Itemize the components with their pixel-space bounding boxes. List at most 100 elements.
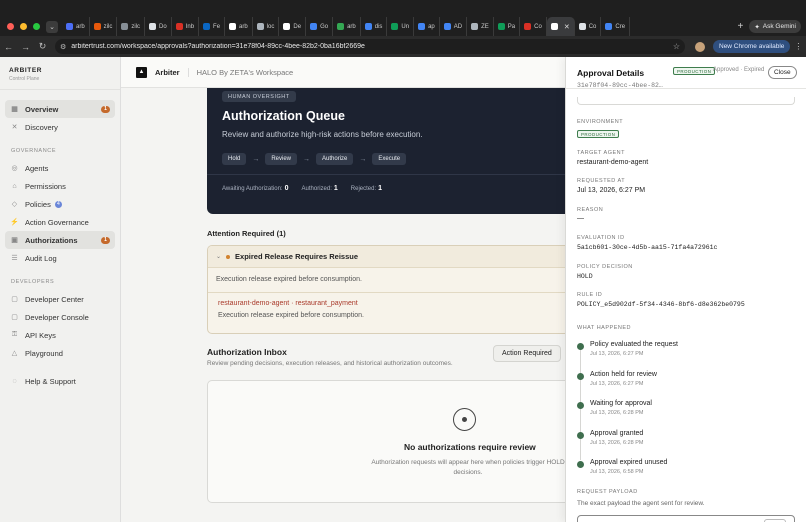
chevron-down-icon[interactable]: ⌄: [216, 253, 221, 260]
sidebar-item-audit-log[interactable]: ☰ Audit Log: [5, 249, 115, 267]
browser-tab[interactable]: Go: [306, 17, 334, 36]
browser-tab[interactable]: dis: [361, 17, 388, 36]
sidebar-item-label: Audit Log: [25, 253, 57, 263]
app-root: ARBITER Control Plane ▦ Overview 1 ✕ Discove…: [0, 57, 806, 522]
tab-label: Fe: [213, 23, 221, 30]
sidebar-item-policies[interactable]: ◇ Policies 4: [5, 195, 115, 213]
site-info-icon[interactable]: ⚙: [60, 43, 66, 51]
sidebar-item-discovery[interactable]: ✕ Discovery: [5, 118, 115, 136]
arrow-right-icon: →: [303, 155, 311, 163]
sidebar-item-agents[interactable]: ◎ Agents: [5, 159, 115, 177]
tab-favicon-icon: [93, 23, 101, 30]
browser-tab[interactable]: Pa: [494, 17, 521, 36]
sidebar-item-permissions[interactable]: ⌂ Permissions: [5, 177, 115, 195]
browser-tab[interactable]: Inb: [172, 17, 200, 36]
sidebar-item-playground[interactable]: △ Playground: [5, 344, 115, 362]
browser-tab[interactable]: arb: [333, 17, 361, 36]
attention-card-header[interactable]: ⌄ Expired Release Requires Reissue: [208, 246, 565, 268]
update-chrome-button[interactable]: New Chrome available: [713, 40, 791, 53]
timeline-event-time: Jul 13, 2026, 6:27 PM: [590, 380, 644, 387]
browser-tab[interactable]: ✕: [546, 17, 575, 36]
close-window-button[interactable]: [7, 23, 14, 30]
grid-icon: ▦: [11, 106, 18, 113]
tab-label: Go: [320, 23, 329, 30]
tab-favicon-icon: [229, 23, 237, 30]
browser-tab[interactable]: loc: [253, 17, 280, 36]
count-badge: 1: [101, 236, 110, 244]
browser-tab[interactable]: Un: [387, 17, 415, 36]
profile-avatar[interactable]: [695, 41, 705, 52]
tab-search-icon[interactable]: ⌄: [46, 20, 58, 33]
browser-tabstrip: ⌄ arb zilc zilc Do Inb Fe arb loc De Go arb dis Un ap…: [0, 0, 806, 36]
attention-body: Execution release expired before consump…: [216, 276, 362, 283]
sidebar-item-developer-console[interactable]: ▢ Developer Console: [5, 308, 115, 326]
bookmark-star-icon[interactable]: ☆: [673, 42, 680, 51]
arrow-right-icon: →: [252, 155, 260, 163]
timeline-event-time: Jul 13, 2026, 6:27 PM: [590, 351, 644, 357]
browser-tab[interactable]: Co: [520, 17, 547, 36]
timeline-item: Action held for review Jul 13, 2026, 6:27…: [577, 371, 797, 393]
close-tab-icon[interactable]: ✕: [564, 23, 570, 31]
tab-label: Inb: [185, 23, 195, 30]
sidebar-item-action-governance[interactable]: ⚡ Action Governance: [5, 213, 115, 231]
approval-details-panel: Approval Details PRODUCTION Approved · E…: [565, 57, 806, 522]
sidebar-item-authorizations[interactable]: ▣ Authorizations 1: [5, 231, 115, 249]
address-bar[interactable]: ⚙ arbitertrust.com/workspace/approvals?a…: [55, 39, 685, 54]
developer-center-icon: ▢: [11, 296, 18, 303]
target-agent-value: restaurant-demo-agent: [577, 159, 649, 166]
sidebar-item-label: API Keys: [25, 330, 56, 340]
stat-value: 1: [333, 185, 338, 192]
reason-label: REASON: [577, 207, 604, 213]
sidebar-item-label: Overview: [25, 104, 59, 114]
browser-tab[interactable]: ap: [414, 17, 440, 36]
browser-tab[interactable]: Do: [145, 17, 172, 36]
browser-tab[interactable]: Cre: [601, 17, 631, 36]
url-text[interactable]: arbitertrust.com/workspace/approvals?aut…: [71, 43, 668, 50]
sidebar: ARBITER Control Plane ▦ Overview 1 ✕ Discove…: [0, 57, 121, 522]
window-controls: [7, 23, 40, 30]
back-icon[interactable]: ←: [0, 42, 17, 52]
close-button[interactable]: Close: [768, 66, 797, 79]
tab-favicon-icon: [121, 23, 129, 30]
browser-tab[interactable]: Co: [575, 17, 602, 36]
browser-tab[interactable]: AD: [440, 17, 468, 36]
attention-card: ⌄ Expired Release Requires Reissue Execu…: [207, 245, 565, 334]
sidebar-item-developer-center[interactable]: ▢ Developer Center: [5, 290, 115, 308]
empty-state-description: Authorization requests will appear here …: [371, 459, 565, 476]
sidebar-item-api-keys[interactable]: ⚿ API Keys: [5, 326, 115, 344]
sidebar-item-label: Action Governance: [25, 217, 89, 227]
environment-badge: PRODUCTION: [673, 67, 716, 75]
approval-status: Approved · Expired: [713, 67, 765, 73]
tab-label: Pa: [507, 23, 516, 30]
browser-tab[interactable]: arb: [225, 17, 253, 36]
browser-tab[interactable]: zilc: [117, 17, 146, 36]
reload-icon[interactable]: ↻: [34, 41, 51, 52]
tab-favicon-icon: [524, 23, 532, 30]
agents-icon: ◎: [11, 165, 18, 172]
tab-label: loc: [266, 23, 275, 30]
minimize-window-button[interactable]: [20, 23, 27, 30]
chrome-menu-icon[interactable]: ⋮: [794, 42, 802, 51]
ask-gemini-button[interactable]: ✦ Ask Gemini: [749, 20, 801, 33]
new-tab-button[interactable]: +: [731, 21, 749, 32]
maximize-window-button[interactable]: [33, 23, 40, 30]
tab-favicon-icon: [550, 23, 558, 30]
action-required-button[interactable]: Action Required: [493, 345, 561, 362]
browser-tab[interactable]: arb: [62, 17, 90, 36]
tab-favicon-icon: [203, 23, 211, 30]
timeline-dot-icon: [577, 372, 584, 380]
browser-tab[interactable]: ZE: [467, 17, 494, 36]
sidebar-item-help-support[interactable]: ◌ Help & Support: [5, 372, 115, 390]
browser-tab[interactable]: De: [279, 17, 307, 36]
policy-decision-value: HOLD: [577, 273, 593, 280]
browser-tab[interactable]: zilc: [90, 17, 118, 36]
inbox-empty-state: No authorizations require review Authori…: [207, 380, 565, 503]
forward-icon[interactable]: →: [17, 42, 34, 52]
sidebar-item-overview[interactable]: ▦ Overview 1: [5, 100, 115, 118]
empty-state-icon: [453, 408, 476, 431]
workspace-name[interactable]: HALO By ZETA's Workspace: [187, 67, 293, 77]
attention-agent-ref[interactable]: restaurant-demo-agent · restaurant_payme…: [218, 300, 358, 307]
tab-favicon-icon: [418, 23, 426, 30]
api-keys-icon: ⚿: [11, 331, 18, 338]
browser-tab[interactable]: Fe: [199, 17, 226, 36]
